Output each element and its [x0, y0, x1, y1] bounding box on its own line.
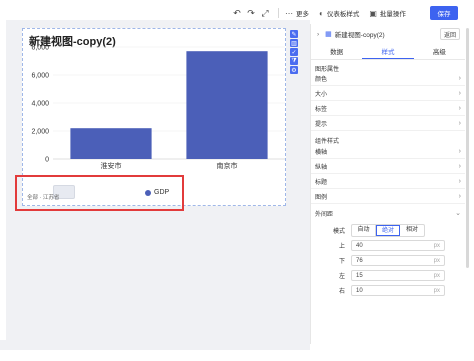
row-margin[interactable]: 外间距 ⌄ — [311, 206, 465, 220]
back-button[interactable]: 返回 — [440, 28, 460, 40]
undo-icon[interactable]: ↶ — [230, 6, 244, 20]
filter-icon[interactable]: ⧩ — [290, 57, 298, 65]
chevron-right-icon: › — [458, 178, 461, 185]
margin-left-input[interactable]: 15 px — [351, 270, 445, 281]
row-label[interactable]: 标签 › — [311, 102, 465, 116]
margin-bottom-input[interactable]: 76 px — [351, 255, 445, 266]
chevron-right-icon: › — [458, 105, 461, 112]
chevron-right-icon: › — [458, 148, 461, 155]
highlight-box — [15, 175, 184, 211]
toolbar-divider — [278, 8, 279, 18]
tab-data[interactable]: 数据 — [311, 46, 362, 59]
property-panel: › ▦ 新建视图-copy(2) 返回 数据 样式 高级 图形属性 颜色 › 大小… — [310, 24, 465, 344]
x-tick-label: 淮安市 — [101, 161, 122, 170]
panel-tabs: 数据 样式 高级 — [311, 46, 465, 60]
row-legend[interactable]: 图例 › — [311, 190, 465, 204]
bar — [186, 51, 268, 160]
mode-option-absolute[interactable]: 绝对 — [376, 225, 401, 236]
margin-top-field: 上 40 px — [339, 240, 445, 251]
y-tick-label: 6,000 — [31, 73, 49, 80]
canvas-gutter — [0, 20, 6, 340]
save-button[interactable]: 保存 — [430, 6, 458, 20]
margin-right-input[interactable]: 10 px — [351, 285, 445, 296]
y-tick-label: 2,000 — [31, 129, 49, 136]
margin-right-field: 右 10 px — [339, 285, 445, 296]
x-tick-label: 南京市 — [217, 161, 238, 170]
widget-side-tools: ✎ ▥ ✓ ⧩ ⚙ — [290, 30, 298, 74]
y-tick-label: 4,000 — [31, 101, 49, 108]
mode-option-auto[interactable]: 自动 — [352, 225, 377, 236]
panel-scrollbar[interactable] — [466, 28, 469, 268]
chevron-right-icon: › — [458, 193, 461, 200]
y-tick-label: 0 — [45, 157, 49, 164]
batch-operation-button[interactable]: ▣ 批量操作 — [369, 8, 406, 19]
row-y-axis[interactable]: 纵轴 › — [311, 160, 465, 174]
palette-icon: ◐ — [319, 8, 324, 18]
edit-icon[interactable]: ✎ — [290, 30, 298, 38]
chevron-right-icon: › — [458, 75, 461, 82]
margin-left-field: 左 15 px — [339, 270, 445, 281]
mode-segmented-control: 自动 绝对 相对 — [351, 224, 426, 237]
check-icon[interactable]: ✓ — [290, 48, 298, 56]
bar — [70, 128, 152, 159]
row-color[interactable]: 颜色 › — [311, 72, 465, 86]
more-icon: ⋯ — [285, 8, 293, 18]
collapse-icon[interactable]: › — [317, 31, 319, 38]
dashboard-style-button[interactable]: ◐ 仪表板样式 — [319, 8, 359, 19]
mode-option-relative[interactable]: 相对 — [400, 225, 424, 236]
margin-bottom-field: 下 76 px — [339, 255, 445, 266]
panel-title: 新建视图-copy(2) — [334, 32, 385, 39]
redo-icon[interactable]: ↷ — [244, 6, 258, 20]
settings-icon[interactable]: ⚙ — [290, 66, 298, 74]
expand-icon[interactable]: ⤢ — [258, 6, 272, 20]
row-title[interactable]: 标题 › — [311, 175, 465, 189]
tab-style[interactable]: 样式 — [362, 46, 414, 59]
tab-advanced[interactable]: 高级 — [414, 46, 465, 59]
chevron-right-icon: › — [458, 163, 461, 170]
row-tooltip[interactable]: 提示 › — [311, 117, 465, 131]
margin-top-input[interactable]: 40 px — [351, 240, 445, 251]
chart-icon: ▦ — [325, 31, 332, 38]
mode-label: 模式 — [333, 229, 346, 235]
chart-type-icon[interactable]: ▥ — [290, 39, 298, 47]
margin-mode: 模式 自动 绝对 相对 — [333, 224, 426, 237]
y-tick-label: 8,000 — [31, 45, 49, 52]
chevron-right-icon: › — [458, 120, 461, 127]
row-size[interactable]: 大小 › — [311, 87, 465, 101]
more-button[interactable]: ⋯ 更多 — [285, 8, 309, 19]
batch-icon: ▣ — [369, 8, 377, 18]
chevron-right-icon: › — [458, 90, 461, 97]
row-x-axis[interactable]: 横轴 › — [311, 145, 465, 159]
chevron-down-icon: ⌄ — [455, 210, 461, 217]
group-component-title: 组件样式 — [315, 139, 340, 145]
